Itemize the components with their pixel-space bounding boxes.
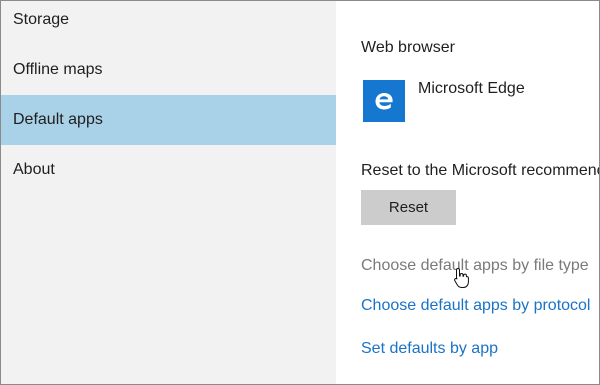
reset-button[interactable]: Reset (361, 190, 456, 225)
sidebar-item-about[interactable]: About (1, 145, 336, 195)
sidebar: Storage Offline maps Default apps About (1, 1, 336, 384)
set-defaults-by-app-link[interactable]: Set defaults by app (361, 340, 498, 358)
web-browser-heading: Web browser (361, 39, 455, 56)
sidebar-item-default-apps[interactable]: Default apps (1, 95, 336, 145)
choose-by-protocol-link[interactable]: Choose default apps by protocol (361, 297, 590, 315)
main-content: Web browser Microsoft Edge Reset to the … (336, 1, 599, 384)
hand-cursor-icon (454, 267, 469, 288)
settings-window: Storage Offline maps Default apps About … (0, 0, 600, 385)
web-browser-picker[interactable]: Microsoft Edge (363, 80, 525, 122)
sidebar-item-offline-maps[interactable]: Offline maps (1, 45, 336, 95)
choose-by-file-type-link[interactable]: Choose default apps by file type (361, 257, 589, 275)
app-name: Microsoft Edge (418, 80, 525, 97)
reset-label: Reset to the Microsoft recommenc (361, 162, 599, 179)
edge-icon (363, 80, 405, 122)
sidebar-item-storage[interactable]: Storage (1, 1, 336, 45)
